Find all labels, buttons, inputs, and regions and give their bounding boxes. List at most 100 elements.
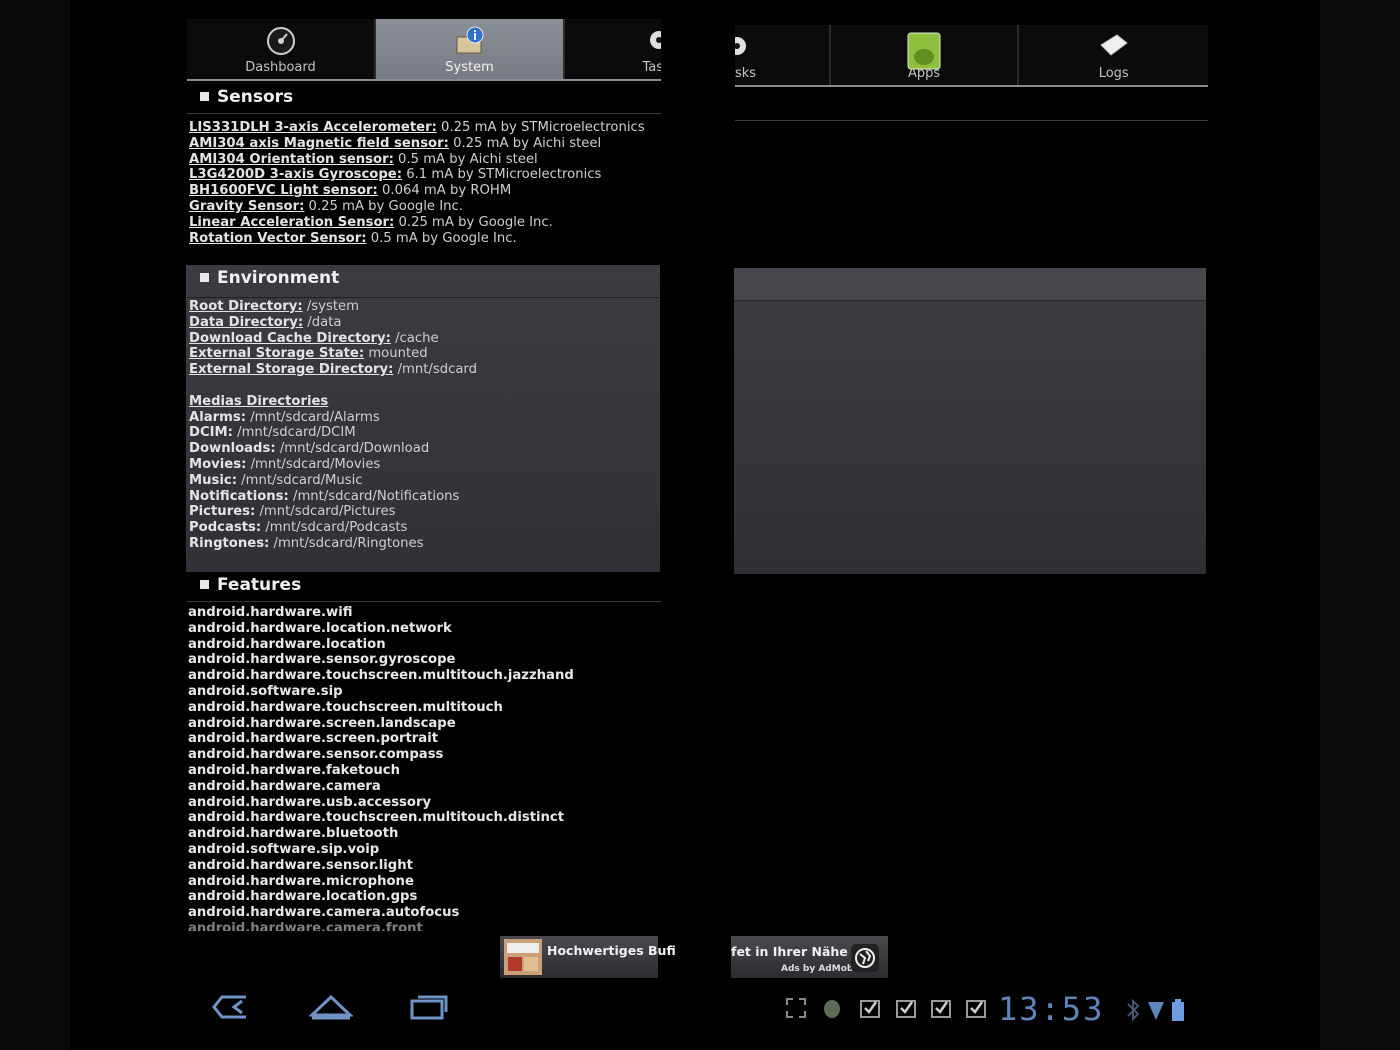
sensor-link[interactable]: Gravity Sensor: xyxy=(189,199,304,214)
media-row: Downloads: /mnt/sdcard/Download xyxy=(189,441,430,457)
env-dir-link[interactable]: Download Cache Directory: xyxy=(189,331,391,346)
download-done-icon xyxy=(966,1000,986,1018)
ad-banner-left[interactable]: Hochwertiges Bufi xyxy=(500,936,676,978)
sensor-link[interactable]: AMI304 axis Magnetic field sensor: xyxy=(189,136,449,151)
feature-item: android.hardware.location.gps xyxy=(188,889,418,905)
feature-item: android.hardware.camera xyxy=(188,778,381,794)
section-divider xyxy=(735,120,1208,121)
recent-apps-icon[interactable] xyxy=(408,993,450,1021)
feature-item: android.hardware.screen.landscape xyxy=(188,715,456,731)
ad-text-right: fet in Ihrer Nähe xyxy=(731,944,848,959)
environment-divider xyxy=(187,297,660,298)
sensor-row: Gravity Sensor: 0.25 mA by Google Inc. xyxy=(189,198,463,214)
env-dir-link[interactable]: External Storage State: xyxy=(189,346,364,361)
tab-tasks[interactable]: Tas xyxy=(565,19,661,79)
download-done-icon xyxy=(860,1000,880,1018)
media-row: Ringtones: /mnt/sdcard/Ringtones xyxy=(189,535,424,551)
expand-icon[interactable] xyxy=(784,996,808,1020)
env-dir-row: Root Directory: /system xyxy=(189,299,359,314)
feature-item: android.software.sip xyxy=(188,683,343,699)
feature-item: android.hardware.camera.front xyxy=(188,920,423,931)
media-row: Alarms: /mnt/sdcard/Alarms xyxy=(189,409,380,425)
tab-dashboard-label: Dashboard xyxy=(245,60,316,75)
media-row: Movies: /mnt/sdcard/Movies xyxy=(189,456,381,472)
sensor-link[interactable]: L3G4200D 3-axis Gyroscope: xyxy=(189,167,402,182)
device-bezel-left xyxy=(0,0,70,1050)
download-done-icon xyxy=(896,1000,916,1018)
tab-bar-left: Dashboard System Tas xyxy=(187,19,661,81)
tab-tasks-cut-label: sks xyxy=(735,66,757,81)
feature-item: android.hardware.touchscreen.multitouch.… xyxy=(188,668,574,684)
sensor-row: L3G4200D 3-axis Gyroscope: 6.1 mA by STM… xyxy=(189,167,602,183)
media-row: Podcasts: /mnt/sdcard/Podcasts xyxy=(189,520,408,536)
feature-item: android.software.sip.voip xyxy=(188,841,380,857)
device-bezel-right xyxy=(1320,0,1400,1050)
environment-list: Root Directory: /system Data Directory: … xyxy=(189,299,477,552)
sensor-row: Rotation Vector Sensor: 0.5 mA by Google… xyxy=(189,230,517,246)
env-dir-link[interactable]: Root Directory: xyxy=(189,299,303,314)
sensors-divider xyxy=(187,113,661,114)
tab-tasks-cut[interactable]: sks xyxy=(735,25,831,85)
sensor-row: BH1600FVC Light sensor: 0.064 mA by ROHM xyxy=(189,183,512,199)
feature-item: android.hardware.sensor.light xyxy=(188,857,413,873)
tab-logs-label: Logs xyxy=(1098,66,1129,81)
download-done-icon xyxy=(931,1000,951,1018)
feature-item: android.hardware.microphone xyxy=(188,873,414,889)
feature-item: android.hardware.sensor.gyroscope xyxy=(188,652,456,668)
features-title: Features xyxy=(200,575,301,595)
sensor-link[interactable]: Linear Acceleration Sensor: xyxy=(189,215,394,230)
sensor-row: AMI304 Orientation sensor: 0.5 mA by Aic… xyxy=(189,151,538,167)
environment-panel-header-blank xyxy=(734,268,1206,301)
back-icon[interactable] xyxy=(210,993,254,1021)
media-row: Music: /mnt/sdcard/Music xyxy=(189,472,363,488)
tab-system-label: System xyxy=(445,60,494,75)
ad-text-left: Hochwertiges Bufi xyxy=(547,943,676,958)
ad-globe-icon[interactable] xyxy=(851,944,879,972)
media-row: Pictures: /mnt/sdcard/Pictures xyxy=(189,504,396,520)
ad-banner-right[interactable]: fet in Ihrer Nähe Ads by AdMob xyxy=(731,936,888,978)
android-debug-icon xyxy=(824,1000,840,1018)
sensor-link[interactable]: AMI304 Orientation sensor: xyxy=(189,152,394,167)
feature-item: android.hardware.bluetooth xyxy=(188,826,399,842)
bluetooth-icon xyxy=(1127,998,1140,1022)
tab-apps[interactable]: Apps xyxy=(831,25,1020,85)
dashboard-icon xyxy=(266,27,295,55)
tab-system[interactable]: System xyxy=(376,19,565,79)
media-row: DCIM: /mnt/sdcard/DCIM xyxy=(189,425,356,441)
apps-android-icon xyxy=(907,32,941,70)
battery-icon xyxy=(1172,999,1184,1021)
env-dir-row: External Storage State: mounted xyxy=(189,346,428,362)
sensor-link[interactable]: BH1600FVC Light sensor: xyxy=(189,183,378,198)
tab-logs[interactable]: Logs xyxy=(1019,25,1208,85)
feature-item: android.hardware.touchscreen.multitouch.… xyxy=(188,810,565,826)
feature-item: android.hardware.screen.portrait xyxy=(188,731,439,747)
logs-eraser-icon xyxy=(1099,34,1128,56)
environment-panel-blank xyxy=(734,268,1206,574)
environment-title: Environment xyxy=(200,268,339,288)
status-clock[interactable]: 13:53 xyxy=(998,990,1104,1028)
media-row: Notifications: /mnt/sdcard/Notifications xyxy=(189,488,460,504)
features-divider xyxy=(187,601,661,602)
feature-item: android.hardware.location xyxy=(188,636,386,652)
sensor-link[interactable]: Rotation Vector Sensor: xyxy=(189,231,367,246)
env-dir-link[interactable]: External Storage Directory: xyxy=(189,362,393,377)
feature-item: android.hardware.location.network xyxy=(188,620,452,636)
tab-bar-right: sks Apps Logs xyxy=(735,25,1208,87)
sensor-link[interactable]: LIS331DLH 3-axis Accelerometer: xyxy=(189,120,437,135)
wifi-icon xyxy=(1148,1002,1164,1020)
tab-dashboard[interactable]: Dashboard xyxy=(187,19,376,79)
env-dir-link[interactable]: Data Directory: xyxy=(189,315,303,330)
feature-item: android.hardware.touchscreen.multitouch xyxy=(188,699,503,715)
ad-attribution: Ads by AdMob xyxy=(781,964,854,974)
feature-item: android.hardware.camera.autofocus xyxy=(188,905,460,921)
env-dir-row: External Storage Directory: /mnt/sdcard xyxy=(189,362,477,378)
sensor-row: Linear Acceleration Sensor: 0.25 mA by G… xyxy=(189,214,553,230)
sensors-title: Sensors xyxy=(200,87,293,107)
sensor-row: LIS331DLH 3-axis Accelerometer: 0.25 mA … xyxy=(189,120,645,135)
medias-header-row: Medias Directories xyxy=(189,394,477,410)
home-icon[interactable] xyxy=(309,993,353,1021)
env-dir-row: Data Directory: /data xyxy=(189,314,342,330)
tasks-gear-icon xyxy=(735,37,746,55)
medias-directories-link[interactable]: Medias Directories xyxy=(189,394,328,409)
